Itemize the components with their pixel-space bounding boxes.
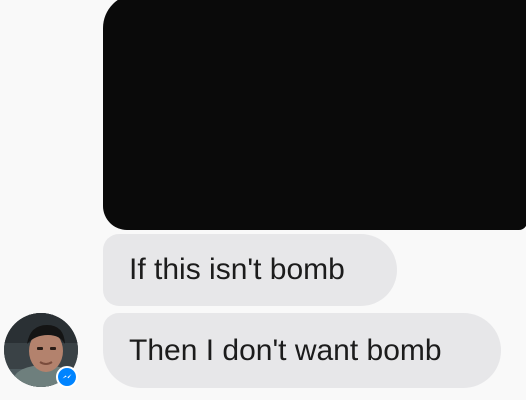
message-bubble[interactable]: If this isn't bomb (103, 234, 397, 306)
message-text: If this isn't bomb (129, 253, 345, 286)
message-bubble[interactable]: Then I don't want bomb (103, 313, 501, 388)
message-text: Then I don't want bomb (129, 333, 442, 367)
chat-thread: If this isn't bomb Then I don't want bom… (0, 0, 526, 400)
messenger-bolt-icon (62, 374, 72, 379)
media-message[interactable] (103, 0, 526, 230)
messenger-icon (56, 366, 78, 388)
